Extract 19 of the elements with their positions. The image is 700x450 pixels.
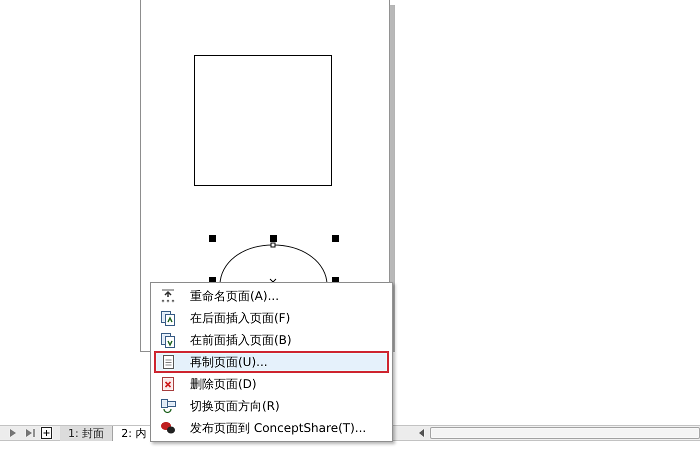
next-page-icon[interactable] (10, 429, 16, 437)
page-rotate-icon (160, 398, 176, 414)
scroll-left-icon[interactable] (419, 429, 424, 437)
page-insert-icon (160, 332, 176, 348)
scrollbar-thumb[interactable] (430, 427, 700, 439)
menu-item[interactable]: 在后面插入页面(F) (154, 307, 389, 329)
page-tab[interactable]: 1: 封面 (60, 426, 114, 440)
menu-item[interactable]: 切换页面方向(R) (154, 395, 389, 417)
page-insert-icon (160, 310, 176, 326)
menu-item[interactable]: 发布页面到 ConceptShare(T)... (154, 417, 389, 439)
page-icon (160, 354, 176, 370)
menu-item[interactable]: 再制页面(U)... (154, 351, 389, 373)
add-page-icon[interactable] (41, 427, 52, 439)
last-page-icon[interactable] (26, 429, 35, 437)
menu-item[interactable]: 在前面插入页面(B) (154, 329, 389, 351)
menu-item[interactable]: 重命名页面(A)... (154, 285, 389, 307)
page-delete-icon (160, 376, 176, 392)
rename-icon (160, 288, 176, 304)
menu-item[interactable]: 删除页面(D) (154, 373, 389, 395)
